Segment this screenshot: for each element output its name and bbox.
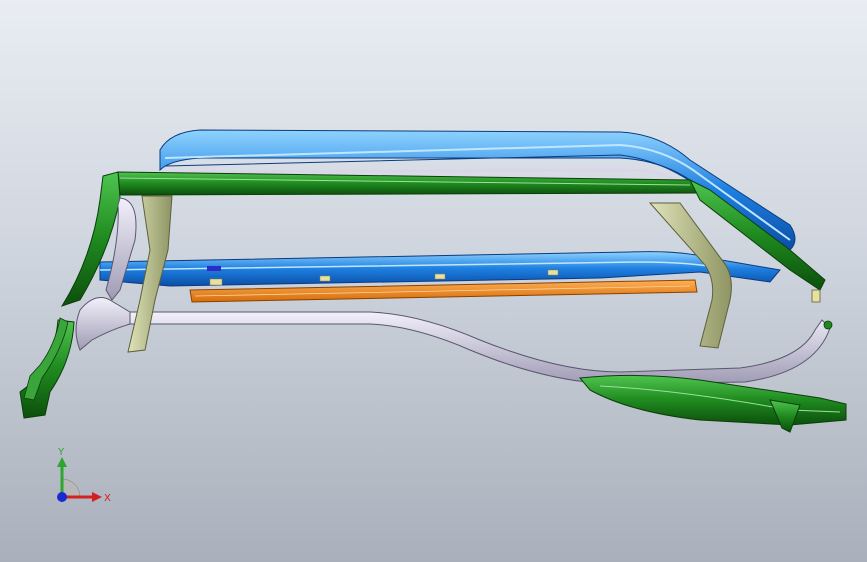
cad-model-view[interactable]: Y X [0, 0, 867, 562]
coordinate-triad: Y X [57, 447, 111, 504]
x-axis-label: X [104, 493, 111, 504]
olive-bracket-right[interactable] [648, 202, 732, 349]
y-axis-label: Y [57, 447, 65, 458]
z-axis-dot [57, 492, 67, 502]
graphics-viewport[interactable]: Y X [0, 0, 867, 562]
green-rear-seal[interactable] [579, 374, 847, 433]
